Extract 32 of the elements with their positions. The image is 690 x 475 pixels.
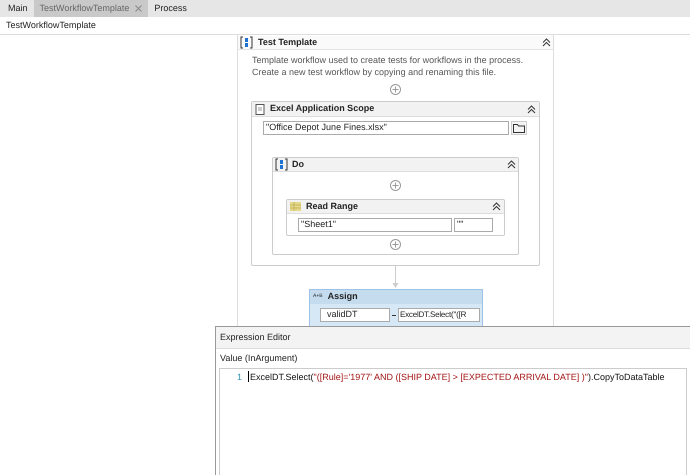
line-number: 1	[236, 371, 243, 382]
tab[interactable]: Process	[148, 0, 193, 17]
sequence-icon	[240, 36, 253, 49]
document-icon	[255, 104, 265, 114]
browse-button[interactable]	[511, 121, 527, 135]
breadcrumb[interactable]: TestWorkflowTemplate	[6, 18, 96, 32]
tab[interactable]: Main	[2, 0, 34, 17]
code-line: ExcelDT.Select("([Rule]='1977' AND ([SHIP DATE] > [EXPECTED ARRIVAL DATE] )").CopyToDataTable	[248, 371, 664, 382]
input-field[interactable]: ExcelDT.Select("([R	[398, 308, 480, 322]
input-field[interactable]: "Sheet1"	[298, 218, 452, 232]
sequence-icon	[275, 158, 288, 171]
description: Template workflow used to create tests for workflows in the process. Create a new test workflow by copying and renaming this file.	[252, 54, 524, 78]
collapse-icon[interactable]	[507, 160, 516, 169]
activity-title: Read Range	[306, 200, 360, 213]
add-activity-icon[interactable]	[390, 84, 401, 95]
table-icon	[290, 202, 301, 211]
add-activity-icon[interactable]	[390, 180, 401, 191]
folder-icon	[513, 124, 525, 132]
code-editor[interactable]: 1 ExcelDT.Select("([Rule]='1977' AND ([SHIP DATE] > [EXPECTED ARRIVAL DATE] )").CopyToDataTable	[219, 368, 687, 475]
add-activity-icon[interactable]	[390, 239, 401, 250]
activity-title: Assign	[328, 290, 358, 304]
input-field[interactable]: "Office Depot June Fines.xlsx"	[263, 121, 509, 135]
argument-label: Value (InArgument)	[220, 352, 298, 365]
collapse-icon[interactable]	[542, 38, 551, 47]
activity-title: Test Template	[258, 36, 318, 49]
collapse-icon[interactable]	[492, 202, 501, 211]
input-field[interactable]: validDT	[320, 308, 390, 322]
dialog-title: Expression Editor	[220, 330, 291, 344]
activity-title: Do	[292, 158, 305, 171]
collapse-icon[interactable]	[527, 104, 536, 114]
input-field[interactable]: ""	[454, 218, 493, 232]
activity-title: Excel Application Scope	[270, 102, 376, 116]
